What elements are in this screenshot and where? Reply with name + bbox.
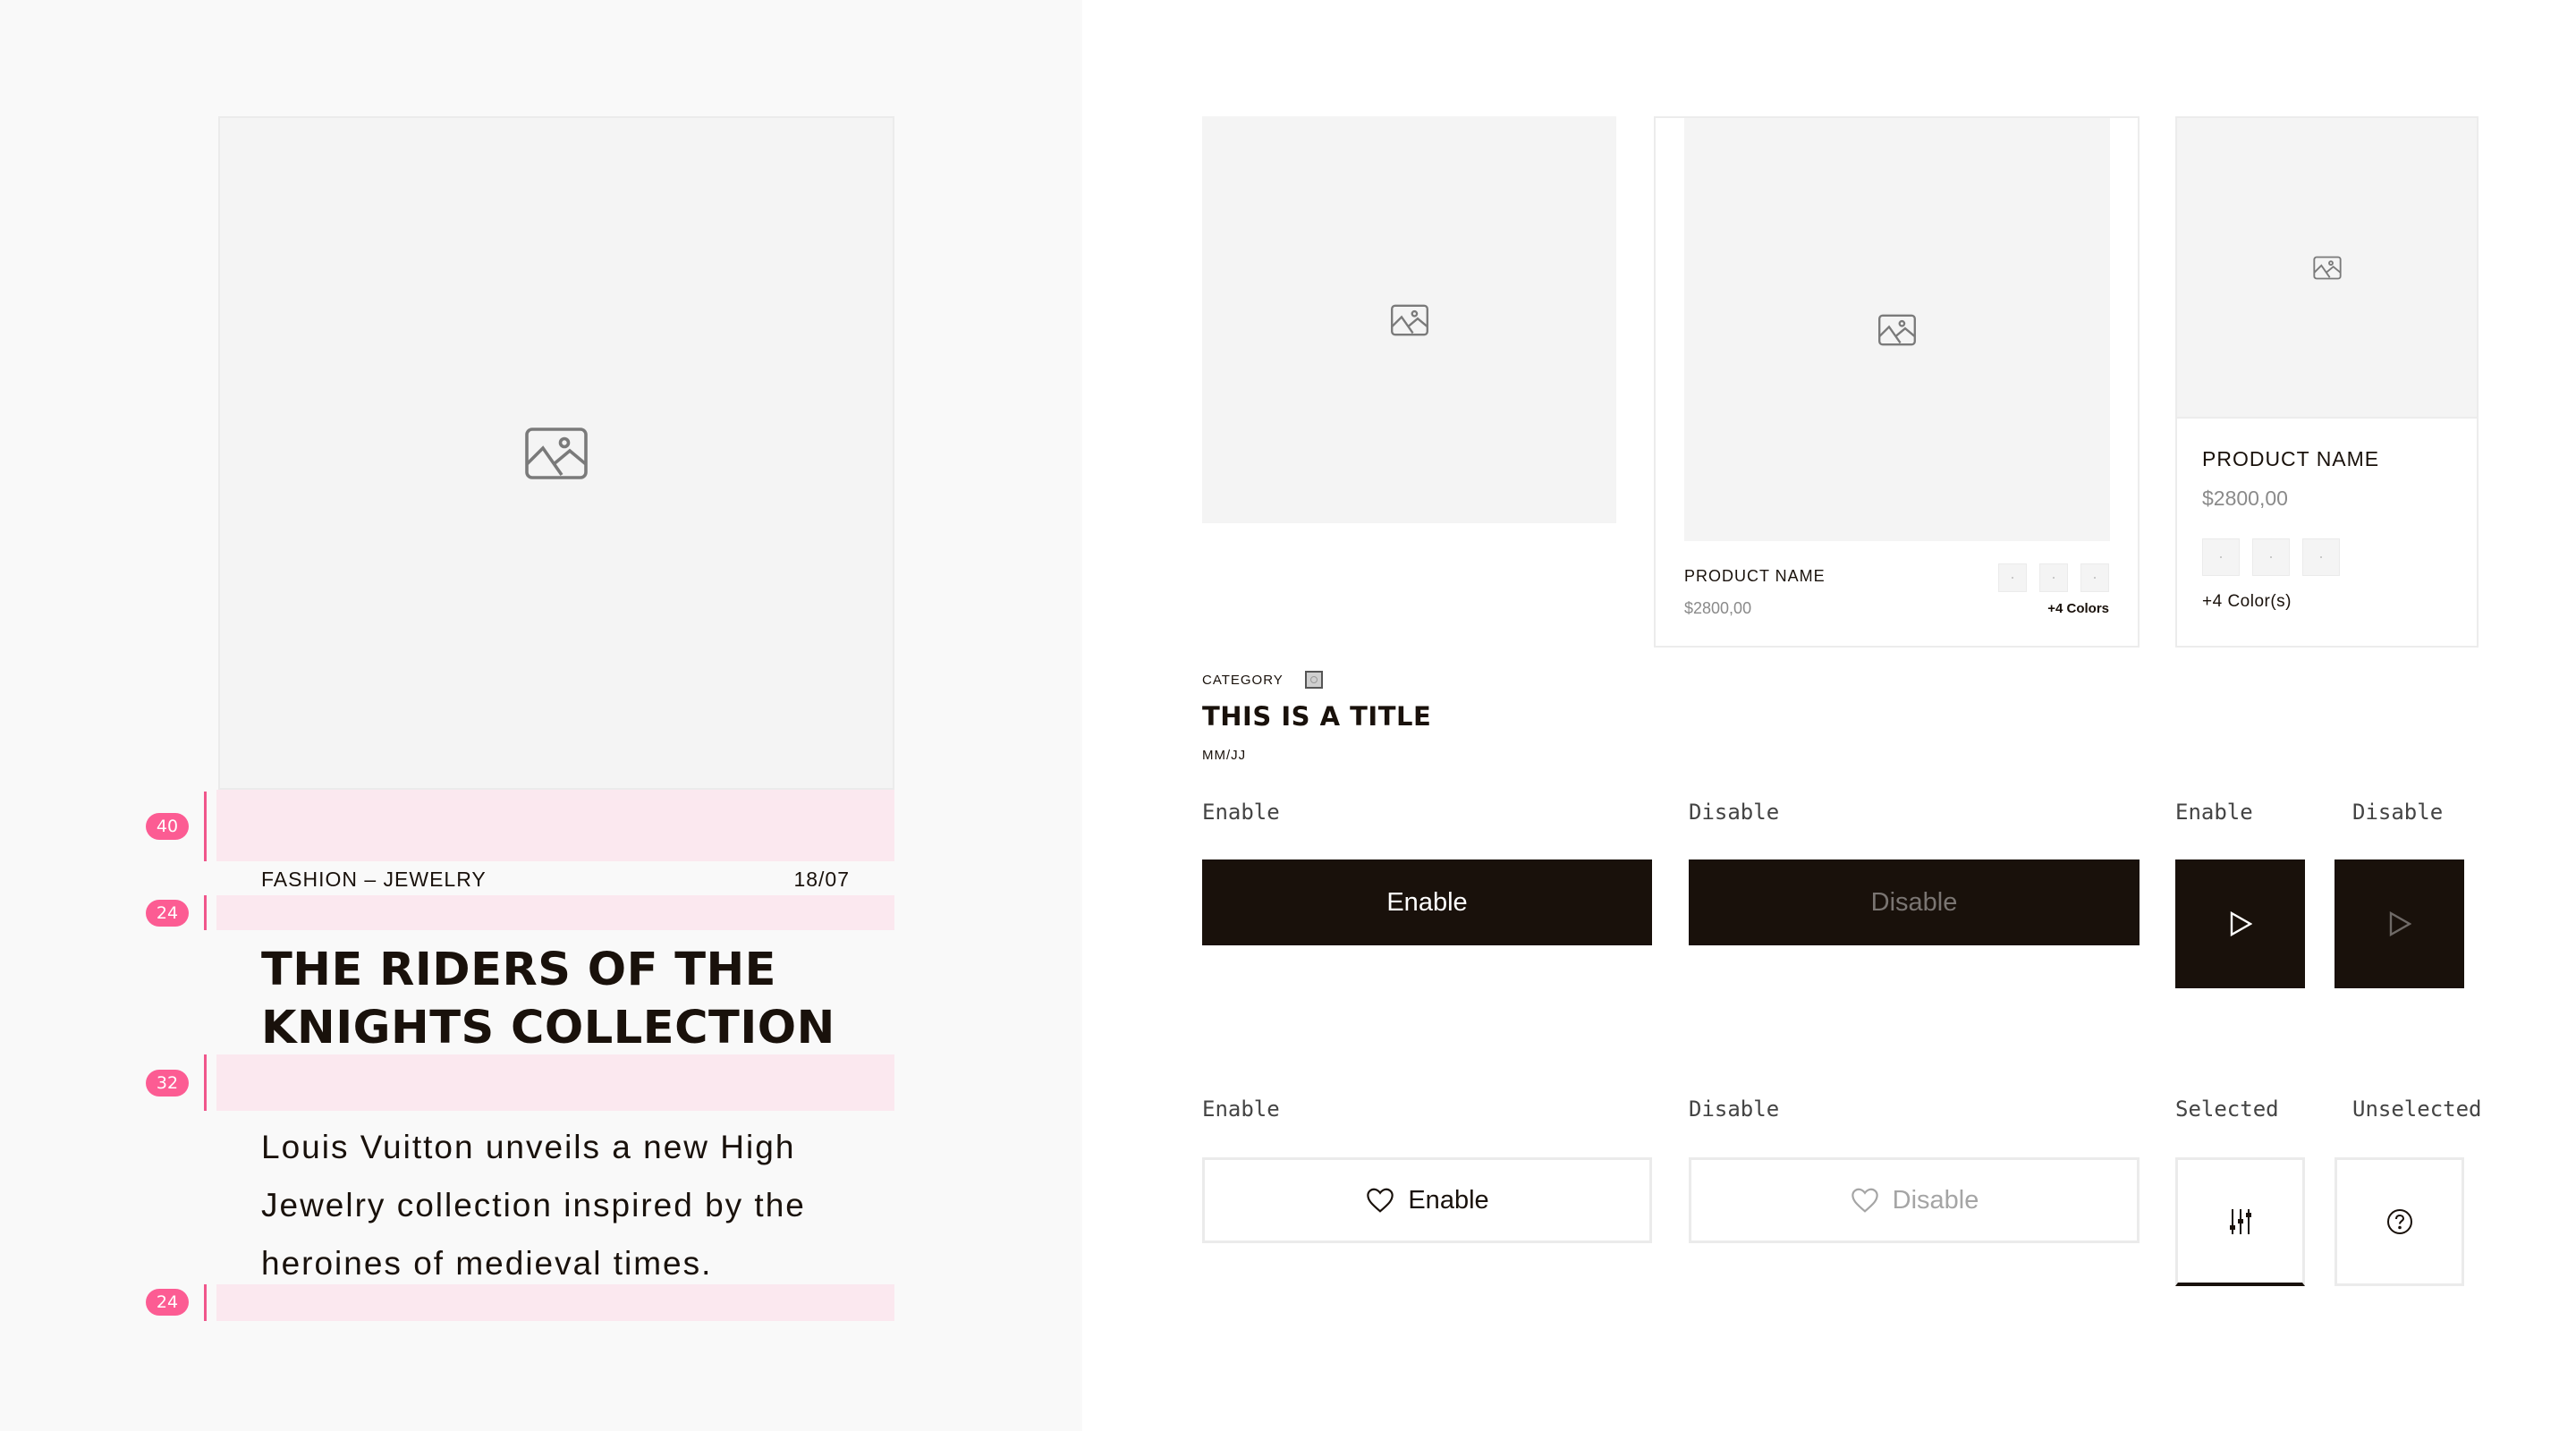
- state-label: Disable: [1689, 800, 1780, 825]
- article-body-line: Jewelry collection inspired by the: [261, 1187, 806, 1224]
- state-label: Disable: [1689, 1097, 1780, 1122]
- image-placeholder-icon: [1390, 304, 1428, 335]
- article-meta: FASHION – JEWELRY 18/07: [261, 864, 850, 894]
- image-placeholder-icon: [2312, 256, 2342, 279]
- play-button-enabled[interactable]: [2175, 859, 2305, 988]
- heart-icon: [1367, 1188, 1394, 1213]
- state-label: Enable: [2175, 800, 2253, 825]
- article-date: 18/07: [793, 867, 850, 891]
- wishlist-button-disabled[interactable]: Disable: [1689, 1157, 2140, 1243]
- color-swatch[interactable]: [2080, 563, 2109, 592]
- more-colors-link[interactable]: +4 Color(s): [2202, 592, 2292, 612]
- filter-sliders-icon: [2229, 1208, 2251, 1234]
- editorial-card-category-row: CATEGORY: [1202, 671, 1323, 689]
- button-label: Disable: [1870, 887, 1958, 917]
- heart-icon: [1851, 1188, 1878, 1213]
- spacing-band-24: [216, 895, 894, 930]
- product-name: PRODUCT NAME: [2202, 447, 2380, 470]
- help-toggle-unselected[interactable]: [2334, 1157, 2464, 1286]
- color-swatch[interactable]: [2202, 538, 2240, 576]
- play-icon: [2230, 911, 2252, 936]
- filter-toggle-selected[interactable]: [2175, 1157, 2305, 1286]
- state-label: Unselected: [2352, 1097, 2482, 1122]
- editorial-card-image: [1202, 116, 1616, 523]
- article-category: FASHION – JEWELRY: [261, 867, 487, 891]
- primary-button-enabled[interactable]: Enable: [1202, 859, 1652, 945]
- spacing-band-40: [216, 790, 894, 861]
- editorial-card-category: CATEGORY: [1202, 672, 1284, 688]
- spacing-marker-line: [204, 895, 207, 930]
- article-title-line: THE RIDERS OF THE: [261, 944, 776, 996]
- spacing-band-32: [216, 1054, 894, 1111]
- state-label: Selected: [2175, 1097, 2279, 1122]
- spacing-badge: 24: [146, 1289, 189, 1316]
- spacing-marker-line: [204, 1284, 207, 1321]
- color-swatch[interactable]: [2252, 538, 2290, 576]
- spacing-band-24: [216, 1284, 894, 1321]
- more-colors-link[interactable]: +4 Colors: [2047, 601, 2109, 616]
- spacing-marker-line: [204, 1054, 207, 1111]
- spacing-badge: 40: [146, 813, 189, 840]
- state-label: Disable: [2352, 800, 2444, 825]
- article-body-line: Louis Vuitton unveils a new High: [261, 1129, 796, 1165]
- product-name: PRODUCT NAME: [1684, 567, 1826, 585]
- image-placeholder-icon: [525, 427, 588, 479]
- help-circle-icon: [2386, 1209, 2412, 1234]
- spacing-badge: 24: [146, 900, 189, 927]
- product-price: $2800,00: [2202, 487, 2288, 510]
- primary-button-disabled[interactable]: Disable: [1689, 859, 2140, 945]
- play-icon: [2389, 911, 2411, 936]
- product-card-wide[interactable]: PRODUCT NAME $2800,00 +4 Colors: [1654, 116, 2140, 648]
- spacing-badge: 32: [146, 1070, 189, 1097]
- product-card-image: [2177, 118, 2477, 419]
- image-placeholder-icon: [1878, 314, 1916, 345]
- color-swatches: [2202, 538, 2340, 576]
- product-card-image: [1684, 118, 2110, 541]
- color-swatch[interactable]: [2039, 563, 2068, 592]
- state-label: Enable: [1202, 1097, 1280, 1122]
- color-swatches: [1998, 563, 2109, 592]
- product-card-narrow[interactable]: PRODUCT NAME $2800,00 +4 Color(s): [2175, 116, 2479, 648]
- play-button-disabled[interactable]: [2334, 859, 2464, 988]
- spacing-marker-line: [204, 792, 207, 861]
- article-title-line: KNIGHTS COLLECTION: [261, 1002, 835, 1054]
- color-swatch[interactable]: [2302, 538, 2340, 576]
- article-body: Louis Vuitton unveils a new High Jewelry…: [261, 1118, 869, 1292]
- wishlist-button-enabled[interactable]: Enable: [1202, 1157, 1652, 1243]
- product-price: $2800,00: [1684, 599, 1752, 617]
- button-label: Enable: [1408, 1185, 1489, 1215]
- article-title: THE RIDERS OF THE KNIGHTS COLLECTION: [261, 941, 887, 1057]
- category-thumbnail-icon: [1304, 671, 1323, 689]
- editorial-card-title: THIS IS A TITLE: [1202, 701, 1432, 732]
- article-image-placeholder: [218, 116, 894, 790]
- button-label: Disable: [1892, 1185, 1979, 1215]
- state-label: Enable: [1202, 800, 1280, 825]
- button-label: Enable: [1386, 887, 1468, 917]
- editorial-card-date: MM/JJ: [1202, 748, 1247, 763]
- color-swatch[interactable]: [1998, 563, 2027, 592]
- editorial-card[interactable]: CATEGORY THIS IS A TITLE MM/JJ: [1202, 116, 1616, 763]
